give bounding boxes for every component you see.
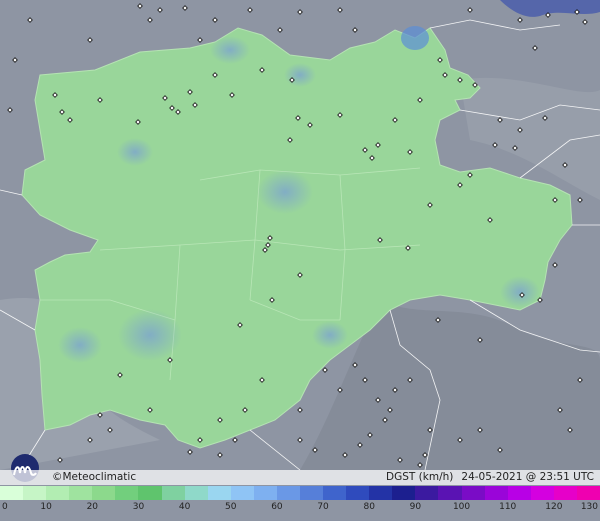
scale-swatch	[438, 486, 462, 500]
scale-swatch	[415, 486, 439, 500]
scale-tick-label: 90	[409, 502, 422, 512]
scale-swatch	[207, 486, 231, 500]
scale-tick-label: 110	[499, 502, 517, 512]
scale-tick-label: 20	[86, 502, 99, 512]
scale-swatch	[484, 486, 508, 500]
scale-tick-label: 0	[2, 502, 8, 512]
scale-swatch	[530, 486, 554, 500]
scale-swatch	[346, 486, 370, 500]
scale-swatch	[161, 486, 185, 500]
scale-swatch	[553, 486, 577, 500]
brand-label[interactable]: ©Meteoclimatic	[52, 471, 136, 483]
scale-swatch	[230, 486, 254, 500]
scale-tick-label: 80	[363, 502, 375, 512]
map-base-layer	[0, 0, 600, 470]
scale-swatch	[115, 486, 139, 500]
scale-swatch	[23, 486, 47, 500]
scale-tick-label: 130	[580, 502, 598, 512]
scale-swatch	[69, 486, 93, 500]
scale-swatch	[323, 486, 347, 500]
scale-swatch	[392, 486, 416, 500]
scale-tick-label: 10	[40, 502, 52, 512]
variable-label: DGST (km/h)	[386, 471, 454, 483]
scale-swatch	[300, 486, 324, 500]
scale-swatch	[276, 486, 301, 500]
timestamp-label: 24-05-2021 @ 23:51 UTC	[461, 471, 594, 483]
map-info: DGST (km/h) 24-05-2021 @ 23:51 UTC	[386, 471, 594, 483]
color-scale-bar	[0, 486, 600, 500]
map-canvas[interactable]: ©Meteoclimatic DGST (km/h) 24-05-2021 @ 2…	[0, 0, 600, 521]
scale-tick-label: 50	[225, 502, 237, 512]
scale-swatch	[46, 486, 70, 500]
scale-tick-label: 100	[452, 502, 471, 512]
scale-tick-label: 30	[132, 502, 145, 512]
scale-swatch	[507, 486, 531, 500]
scale-swatch	[253, 486, 277, 500]
scale-tick-label: 120	[545, 502, 563, 512]
scale-tick-label: 40	[178, 502, 191, 512]
brand-name: Meteoclimatic	[62, 471, 137, 483]
scale-swatch	[369, 486, 393, 500]
scale-swatch	[138, 486, 162, 500]
scale-tick-label: 60	[271, 502, 283, 512]
scale-swatch	[0, 486, 24, 500]
copyright-symbol: ©	[52, 471, 63, 483]
color-scale-ticks: 0 10 20 30 40 50 60 70 80 90 100 110 120 130	[0, 500, 600, 521]
scale-swatch	[92, 486, 116, 500]
scale-swatch	[576, 486, 600, 500]
scale-swatch	[184, 486, 208, 500]
scale-tick-label: 70	[317, 502, 329, 512]
scale-swatch	[461, 486, 485, 500]
